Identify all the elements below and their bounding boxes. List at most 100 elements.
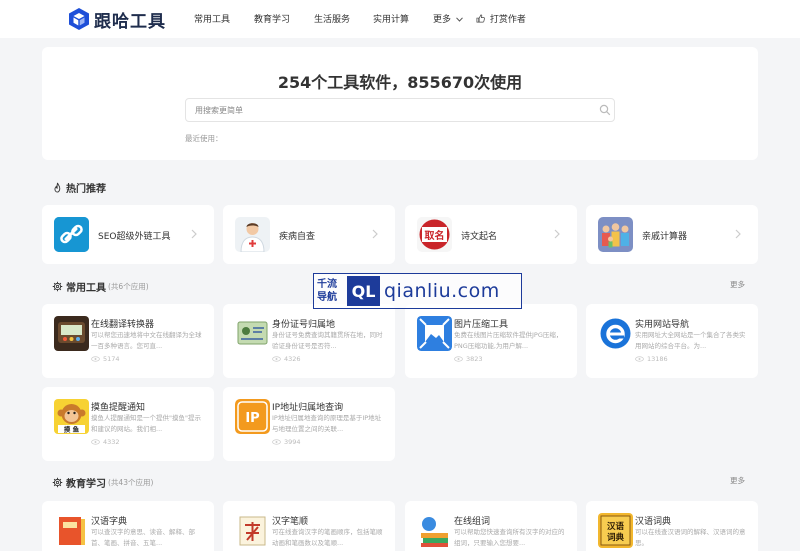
tool-card-desc: 可以帮您迅速地将中文在线翻译为全球一百多种语言。您可直... [91,331,202,350]
site-logo[interactable]: 跟哈工具 [68,6,166,32]
doctor-icon [235,217,270,252]
nav-common-tools[interactable]: 常用工具 [194,12,230,25]
gear-icon [52,281,63,292]
eye-icon [91,356,100,362]
hot-title-text: 热门推荐 [66,184,106,195]
hot-card-label: 疾病自查 [279,232,316,242]
hot-card-label: 诗文起名 [461,232,498,242]
nav-life-service[interactable]: 生活服务 [314,12,350,25]
tool-card-views: 13186 [635,355,668,363]
browser-e-icon [598,316,633,351]
tool-card-title: 汉字笔顺 [272,517,309,527]
id-card-icon [235,316,270,351]
tool-card-word-dictionary[interactable]: 汉语 词典 汉语词典 可以在线查汉语词的解释、汉语词的意思。 [586,501,758,551]
tool-card-stroke-order[interactable]: 汉字笔顺 可在线查询汉字的笔画顺序，包括笔顺动画和笔画数以及笔顺... [223,501,395,551]
views-count: 3823 [466,355,483,363]
chevron-right-icon [554,229,560,239]
common-title-text: 常用工具 [66,283,106,294]
views-count: 3994 [284,438,301,446]
tool-card-desc: 可在线查询汉字的笔画顺序，包括笔顺动画和笔画数以及笔顺... [272,528,383,547]
tool-card-word-group[interactable]: 在线组词 可以帮助您快速查询所有汉字的对应的组词，只要输入您想要... [405,501,577,551]
top-header: 跟哈工具 常用工具 教育学习 生活服务 实用计算 更多 打赏作者 [0,0,800,38]
tool-card-title: 在线翻译转换器 [91,320,155,330]
qianliu-watermark: 千流 导航 QL qianliu.com [313,273,522,309]
education-title-text: 教育学习 [66,479,106,490]
watermark-url: qianliu.com [384,280,500,302]
tool-card-title: 汉语字典 [91,517,128,527]
tool-card-site-nav[interactable]: 实用网站导航 实用网址大全网站是一个集合了各类实用网站的综合平台。为... 13… [586,304,758,378]
cidian-text-top: 汉语 [607,521,625,532]
seal-icon: 取名 [417,217,452,252]
search-input[interactable] [185,98,615,122]
hot-card-disease[interactable]: 疾病自查 [223,205,395,264]
search-icon[interactable] [599,104,611,116]
family-icon [598,217,633,252]
hot-card-seo[interactable]: SEO超级外链工具 [42,205,214,264]
hot-card-label: SEO超级外链工具 [98,232,171,242]
dictionary-book-icon [54,513,89,548]
tool-card-image-compress[interactable]: 图片压缩工具 免费在线图片压缩软件提供JPG压缩，PNG压缩功能,为用户解...… [405,304,577,378]
monkey-icon: 摸 鱼 [54,399,89,434]
books-globe-icon [417,513,452,548]
ip-badge-text: IP [245,411,259,426]
translator-icon [54,316,89,351]
gear-icon [52,477,63,488]
views-count: 5174 [103,355,120,363]
hot-card-relatives[interactable]: 亲戚计算器 [586,205,758,264]
nav-donate[interactable]: 打赏作者 [476,12,526,25]
eye-icon [91,439,100,445]
watermark-zh-line1: 千流 [317,279,337,290]
tool-card-desc: 免费在线图片压缩软件提供JPG压缩，PNG压缩功能,为用户解... [454,331,563,350]
views-count: 4326 [284,355,301,363]
eye-icon [454,356,463,362]
tool-card-desc: 身份证号免费查询其籍贯所在地，同时验证身份证号是否符... [272,331,383,350]
tool-card-views: 3823 [454,355,483,363]
tool-card-title: 在线组词 [454,517,491,527]
views-count: 4332 [103,438,120,446]
tool-card-desc: 可以查汉字的意思、读音、解释、部首、笔画、拼音、五笔... [91,528,195,547]
logo-text: 跟哈工具 [94,11,166,32]
cidian-text-bottom: 词典 [607,532,625,543]
tool-card-title: IP地址归属地查询 [272,403,344,413]
chevron-right-icon [735,229,741,239]
nav-calculator[interactable]: 实用计算 [373,12,409,25]
watermark-zh-line2: 导航 [317,292,337,303]
tool-card-idcard[interactable]: 身份证号归属地 身份证号免费查询其籍贯所在地，同时验证身份证号是否符... 43… [223,304,395,378]
education-more-link[interactable]: 更多 [730,475,745,486]
tool-card-dictionary[interactable]: 汉语字典 可以查汉字的意思、读音、解释、部首、笔画、拼音、五笔... [42,501,214,551]
brush-character-icon [235,513,270,548]
tool-card-desc: 摸鱼人提醒通知是一个提供"摸鱼"提示和建议的网站。我们相... [91,414,201,433]
hero-title: 254个工具软件，855670次使用 [277,73,523,92]
hot-section-title: 热门推荐 [52,180,106,195]
ip-icon: IP [235,399,270,434]
tool-card-translate[interactable]: 在线翻译转换器 可以帮您迅速地将中文在线翻译为全球一百多种语言。您可直... 5… [42,304,214,378]
education-section-title: 教育学习 (共43个应用) [52,475,153,490]
hot-card-naming[interactable]: 取名 诗文起名 [405,205,577,264]
common-section-title: 常用工具 (共6个应用) [52,279,149,294]
tool-card-moyu[interactable]: 摸 鱼 摸鱼提醒通知 摸鱼人提醒通知是一个提供"摸鱼"提示和建议的网站。我们相.… [42,387,214,461]
tool-card-views: 4326 [272,355,301,363]
common-count: (共6个应用) [108,282,149,291]
thumbs-up-icon [476,14,485,23]
tool-card-desc: 实用网址大全网站是一个集合了各类实用网站的综合平台。为... [635,331,746,350]
nav-education[interactable]: 教育学习 [254,12,290,25]
cidian-book-icon: 汉语 词典 [598,513,633,548]
tool-card-ip-lookup[interactable]: IP IP地址归属地查询 IP地址归属地查询的原理是基于IP地址与地理位置之间的… [223,387,395,461]
tool-card-desc: IP地址归属地查询的原理是基于IP地址与地理位置之间的关联... [272,414,382,433]
tool-card-title: 摸鱼提醒通知 [91,403,146,413]
views-count: 13186 [647,355,668,363]
eye-icon [272,439,281,445]
eye-icon [635,356,644,362]
tool-card-title: 汉语词典 [635,517,672,527]
common-more-link[interactable]: 更多 [730,279,745,290]
tool-card-views: 4332 [91,438,120,446]
image-compress-icon [417,316,452,351]
chevron-right-icon [191,229,197,239]
tool-card-title: 实用网站导航 [635,320,690,330]
link-icon [54,217,89,252]
recent-used-label: 最近使用： [185,134,223,143]
hero-panel: 254个工具软件，855670次使用 最近使用： [42,47,758,160]
nav-more[interactable]: 更多 [433,12,463,25]
watermark-ql-badge: QL [347,276,380,306]
tool-card-desc: 可以帮助您快速查询所有汉字的对应的组词，只要输入您想要... [454,528,565,547]
